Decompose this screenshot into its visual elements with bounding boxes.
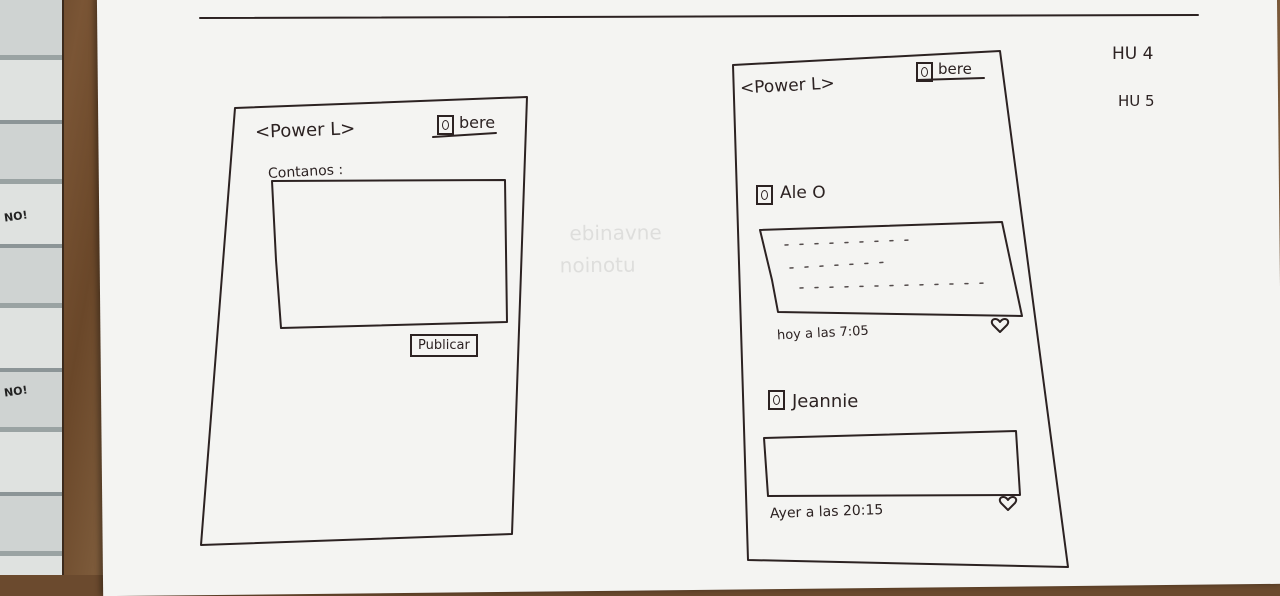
avatar-icon[interactable] <box>916 62 933 82</box>
phone-frame-1 <box>200 96 528 546</box>
publish-button[interactable]: Publicar <box>410 334 478 357</box>
phone-frame-2 <box>732 50 1069 568</box>
hu-label: HU 5 <box>1118 92 1155 110</box>
sketch-ink-layer <box>199 14 1199 568</box>
heart-icon <box>998 496 1018 511</box>
text-area <box>271 179 508 329</box>
post-1-content <box>759 221 1023 317</box>
post-author[interactable]: Jeannie <box>792 391 858 412</box>
app-title: <Power L> <box>254 118 356 143</box>
post-2-content <box>763 430 1021 497</box>
avatar-icon <box>756 185 773 205</box>
hu-label: HU 4 <box>1112 44 1154 64</box>
avatar-icon[interactable] <box>437 115 454 135</box>
top-rule-line <box>199 14 1199 19</box>
avatar-icon <box>768 390 785 410</box>
heart-icon <box>990 318 1010 333</box>
user-name[interactable]: bere <box>938 60 972 78</box>
post-author[interactable]: Ale O <box>780 183 826 203</box>
user-name[interactable]: bere <box>459 113 495 132</box>
